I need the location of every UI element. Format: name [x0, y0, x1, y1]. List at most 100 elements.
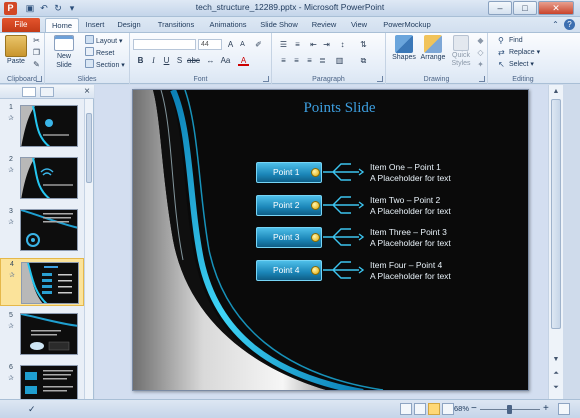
- shadow-icon[interactable]: S: [174, 55, 185, 66]
- character-spacing-icon[interactable]: ↔: [205, 55, 216, 66]
- columns-icon[interactable]: ▥: [334, 55, 345, 66]
- arrange-button[interactable]: Arrange: [419, 35, 447, 61]
- cut-icon[interactable]: ✂: [31, 35, 42, 46]
- font-color-icon[interactable]: A: [238, 55, 249, 66]
- slide-thumbnail-row[interactable]: 1 ✰: [0, 102, 84, 150]
- point-1-text[interactable]: Item One – Point 1 A Placeholder for tex…: [370, 162, 451, 184]
- grow-font-icon[interactable]: A: [225, 39, 236, 50]
- slide-thumbnail-row-selected[interactable]: 4 ✰: [0, 258, 84, 306]
- zoom-level[interactable]: 68%: [454, 403, 469, 415]
- slide-thumbnail-row[interactable]: 5 ✰: [0, 310, 84, 358]
- line-spacing-icon[interactable]: ↕: [337, 39, 348, 50]
- tab-home[interactable]: Home: [45, 18, 79, 32]
- slide-scrollbar[interactable]: ▲ ▼ ⏶ ⏷: [548, 85, 563, 399]
- strikethrough-icon[interactable]: abc: [187, 55, 200, 66]
- slide-thumbnail-4[interactable]: [21, 262, 79, 304]
- slide-thumbnail-2[interactable]: [20, 157, 78, 199]
- tab-animations[interactable]: Animations: [206, 18, 250, 32]
- font-name-combo[interactable]: [133, 39, 196, 50]
- slide-sorter-view-icon[interactable]: [414, 403, 426, 415]
- close-button[interactable]: ✕: [538, 1, 574, 15]
- convert-to-smartart-icon[interactable]: ⧉: [358, 55, 369, 66]
- thumbnail-scrollbar[interactable]: [84, 99, 93, 399]
- slide-thumbnail-6[interactable]: [20, 365, 78, 402]
- tab-file[interactable]: File: [2, 18, 40, 32]
- reset-button[interactable]: Reset: [85, 47, 114, 58]
- point-3-text[interactable]: Item Three – Point 3 A Placeholder for t…: [370, 227, 451, 249]
- underline-icon[interactable]: U: [161, 55, 172, 66]
- find-button[interactable]: ⚲ Find: [498, 35, 523, 46]
- minimize-button[interactable]: –: [488, 1, 512, 15]
- slide-title[interactable]: Points Slide: [133, 100, 528, 117]
- normal-view-icon[interactable]: [400, 403, 412, 415]
- bullets-icon[interactable]: ☰: [278, 39, 289, 50]
- tab-slide-show[interactable]: Slide Show: [258, 18, 300, 32]
- tab-review[interactable]: Review: [310, 18, 338, 32]
- slide-thumbnail-row[interactable]: 3 ✰: [0, 206, 84, 254]
- font-size-combo[interactable]: 44: [198, 39, 222, 50]
- paste-button[interactable]: Paste: [4, 35, 28, 65]
- justify-icon[interactable]: ≣: [317, 55, 328, 66]
- slide-thumbnail-row[interactable]: 2 ✰: [0, 154, 84, 202]
- scroll-up-icon[interactable]: ▲: [551, 87, 561, 97]
- paragraph-launcher-icon[interactable]: [377, 76, 383, 82]
- clear-formatting-icon[interactable]: ✐: [253, 39, 264, 50]
- shrink-font-icon[interactable]: A: [237, 39, 248, 50]
- thumbnail-scroll-thumb[interactable]: [86, 113, 92, 183]
- ribbon-minimize-icon[interactable]: ⌃: [550, 19, 561, 30]
- help-icon[interactable]: ?: [564, 19, 575, 30]
- tab-design[interactable]: Design: [114, 18, 144, 32]
- format-painter-icon[interactable]: ✎: [31, 59, 42, 70]
- zoom-out-button[interactable]: −: [471, 403, 477, 415]
- section-button[interactable]: Section ▾: [85, 59, 125, 70]
- previous-slide-icon[interactable]: ⏶: [551, 369, 561, 379]
- quick-styles-button[interactable]: Quick Styles: [448, 35, 474, 68]
- maximize-button[interactable]: □: [513, 1, 537, 15]
- slide-show-view-icon[interactable]: [442, 403, 454, 415]
- slide-scroll-thumb[interactable]: [551, 99, 561, 329]
- select-button[interactable]: ↖ Select ▾: [498, 59, 534, 70]
- point-4-text[interactable]: Item Four – Point 4 A Placeholder for te…: [370, 260, 451, 282]
- reading-view-icon[interactable]: [428, 403, 440, 415]
- slides-tab-icon[interactable]: [22, 87, 36, 97]
- increase-indent-icon[interactable]: ⇥: [321, 39, 332, 50]
- align-left-icon[interactable]: ≡: [278, 55, 289, 66]
- clipboard-launcher-icon[interactable]: [36, 76, 42, 82]
- numbering-icon[interactable]: ≡: [292, 39, 303, 50]
- font-launcher-icon[interactable]: [263, 76, 269, 82]
- shape-effects-icon[interactable]: ✦: [475, 59, 486, 70]
- slide-thumbnail-1[interactable]: [20, 105, 78, 147]
- font-group-label: Font: [193, 76, 208, 83]
- tab-view[interactable]: View: [348, 18, 370, 32]
- change-case-icon[interactable]: Aa: [220, 55, 231, 66]
- align-center-icon[interactable]: ≡: [291, 55, 302, 66]
- tab-powermockup[interactable]: PowerMockup: [380, 18, 434, 32]
- next-slide-icon[interactable]: ⏷: [551, 383, 561, 393]
- bold-icon[interactable]: B: [135, 55, 146, 66]
- tab-transitions[interactable]: Transitions: [153, 18, 199, 32]
- current-slide[interactable]: Points Slide Point 1 Item One – Point 1 …: [132, 89, 529, 391]
- zoom-in-button[interactable]: +: [543, 403, 549, 415]
- new-slide-button[interactable]: New Slide: [48, 35, 80, 70]
- fit-slide-to-window-icon[interactable]: [558, 403, 570, 415]
- text-direction-icon[interactable]: ⇅: [358, 39, 369, 50]
- slide-thumbnail-3[interactable]: [20, 209, 78, 251]
- tab-insert[interactable]: Insert: [82, 18, 108, 32]
- decrease-indent-icon[interactable]: ⇤: [308, 39, 319, 50]
- shape-outline-icon[interactable]: ◇: [475, 47, 486, 58]
- italic-icon[interactable]: I: [148, 55, 159, 66]
- slide-thumbnail-5[interactable]: [20, 313, 78, 355]
- panel-close-icon[interactable]: ×: [84, 86, 90, 98]
- layout-button[interactable]: Layout ▾: [85, 35, 123, 46]
- zoom-slider-knob[interactable]: [507, 405, 512, 414]
- outline-tab-icon[interactable]: [40, 87, 54, 97]
- shape-fill-icon[interactable]: ◆: [475, 35, 486, 46]
- shapes-button[interactable]: Shapes: [390, 35, 418, 61]
- spell-check-icon[interactable]: ✓: [28, 403, 40, 415]
- drawing-launcher-icon[interactable]: [479, 76, 485, 82]
- align-right-icon[interactable]: ≡: [304, 55, 315, 66]
- scroll-down-icon[interactable]: ▼: [551, 355, 561, 365]
- copy-icon[interactable]: ❐: [31, 47, 42, 58]
- replace-button[interactable]: ⇄ Replace ▾: [498, 47, 540, 58]
- point-2-text[interactable]: Item Two – Point 2 A Placeholder for tex…: [370, 195, 451, 217]
